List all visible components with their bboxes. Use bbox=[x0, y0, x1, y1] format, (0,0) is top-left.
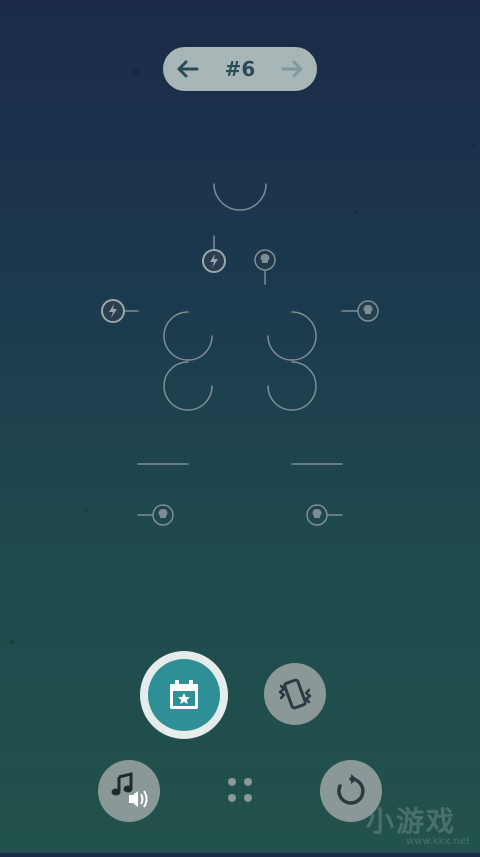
wire-top-arc[interactable] bbox=[213, 183, 267, 211]
wire-right-lower-arc[interactable] bbox=[291, 361, 317, 411]
arrow-left-icon[interactable] bbox=[175, 57, 201, 81]
music-sound-icon bbox=[111, 772, 148, 808]
arrow-right-icon[interactable] bbox=[279, 57, 305, 81]
vibrate-phone-icon bbox=[278, 678, 312, 710]
daily-challenge-button[interactable] bbox=[140, 651, 228, 739]
grid-dots-icon bbox=[228, 778, 252, 802]
wire-right-upper-arc-2[interactable] bbox=[267, 335, 293, 361]
power-node-icon bbox=[101, 299, 125, 323]
bulb-node-icon bbox=[357, 300, 379, 322]
watermark-main: 小游戏 bbox=[366, 805, 457, 838]
watermark: 小游戏 www.kkx.net bbox=[360, 800, 480, 850]
power-node-icon bbox=[202, 249, 226, 273]
wire-right-upper-arc[interactable] bbox=[291, 311, 317, 361]
puzzle-board[interactable] bbox=[0, 0, 480, 853]
wire-left-lower-arc-2[interactable] bbox=[187, 385, 213, 411]
daily-challenge-inner bbox=[148, 659, 220, 731]
bulb-node-icon bbox=[152, 504, 174, 526]
vibrate-toggle-button[interactable] bbox=[264, 663, 326, 725]
level-selector: #6 bbox=[163, 47, 317, 91]
sound-toggle-button[interactable] bbox=[98, 760, 160, 822]
bulb-node-icon bbox=[306, 504, 328, 526]
watermark-url: www.kkx.net bbox=[406, 836, 470, 847]
calendar-star-icon bbox=[170, 680, 198, 709]
wire-left-lower-arc[interactable] bbox=[163, 361, 189, 411]
bulb-node-icon bbox=[254, 249, 276, 271]
wire-right-lower-arc-2[interactable] bbox=[267, 385, 293, 411]
wire-left-upper-arc-2[interactable] bbox=[187, 335, 213, 361]
wire-left-upper-arc[interactable] bbox=[163, 311, 189, 361]
level-grid-button[interactable] bbox=[218, 768, 262, 812]
level-number: #6 bbox=[224, 57, 256, 81]
